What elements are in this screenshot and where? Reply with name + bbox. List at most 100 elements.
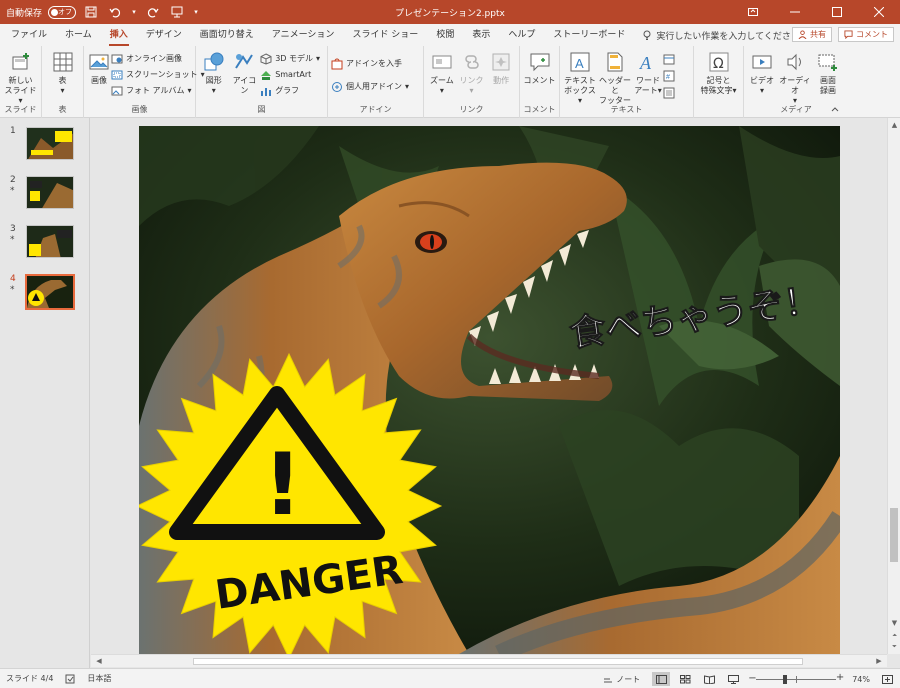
- tab-slideshow[interactable]: スライド ショー: [343, 24, 427, 46]
- maximize-button[interactable]: [816, 0, 858, 24]
- smartart-button[interactable]: SmartArt: [260, 67, 324, 82]
- tab-animations[interactable]: アニメーション: [263, 24, 344, 46]
- zoom-in-icon[interactable]: +: [836, 672, 844, 683]
- symbols-button[interactable]: Ω 記号と 特殊文字▾: [697, 48, 740, 118]
- group-text: A テキスト ボックス▾ ヘッダーと フッター A ワード アート▾ # テキス…: [560, 46, 694, 118]
- close-button[interactable]: [858, 0, 900, 24]
- tab-review[interactable]: 校閲: [427, 24, 463, 46]
- next-slide-icon[interactable]: ⏷: [889, 641, 900, 652]
- cube-icon: [260, 52, 272, 65]
- horizontal-scroll-thumb[interactable]: [193, 658, 803, 665]
- ribbon-display-options-button[interactable]: [732, 0, 774, 24]
- slide-indicator: スライド 4/4: [6, 674, 54, 683]
- slide-sorter-button[interactable]: [676, 672, 694, 686]
- my-addins-button[interactable]: 個人用アドイン ▾: [331, 79, 413, 94]
- save-icon[interactable]: [82, 3, 100, 21]
- slide-edit-area: 食べちゃうぞ！ ! DANGER: [91, 118, 887, 654]
- tab-file[interactable]: ファイル: [2, 24, 56, 46]
- thumb-star-2: *: [10, 186, 15, 196]
- reading-view-button[interactable]: [700, 672, 718, 686]
- date-time-button[interactable]: [663, 51, 679, 66]
- group-label-slides: スライド: [4, 105, 37, 114]
- shapes-icon: [204, 52, 224, 71]
- tab-view[interactable]: 表示: [463, 24, 499, 46]
- current-slide[interactable]: 食べちゃうぞ！ ! DANGER: [139, 126, 840, 654]
- fit-slide-button[interactable]: [878, 672, 896, 686]
- tab-help[interactable]: ヘルプ: [499, 24, 544, 46]
- svg-text:#: #: [666, 74, 670, 81]
- thumb-star-3: *: [10, 235, 15, 245]
- scroll-right-icon[interactable]: ▶: [873, 655, 885, 667]
- thumb-number-4: 4: [10, 274, 16, 284]
- collapse-ribbon-icon[interactable]: [830, 104, 840, 114]
- spelling-check[interactable]: [59, 674, 81, 684]
- speaker-icon: [787, 53, 801, 71]
- tab-storyboard[interactable]: ストーリーボード: [544, 24, 634, 46]
- online-pictures-button[interactable]: オンライン画像: [111, 51, 209, 66]
- group-addins: アドインを入手 個人用アドイン ▾ アドイン: [328, 46, 424, 118]
- title-bar: 自動保存 オフ ▾ ▾ プレゼンテーション2.pptx: [0, 0, 900, 24]
- autosave-toggle[interactable]: オフ: [48, 5, 77, 19]
- group-label-images: 画像: [131, 105, 148, 114]
- group-label-comments: コメント: [523, 105, 556, 114]
- undo-icon[interactable]: [106, 3, 124, 21]
- scroll-up-icon[interactable]: ▲: [889, 120, 900, 131]
- slideshow-button[interactable]: [724, 672, 742, 686]
- tab-design[interactable]: デザイン: [137, 24, 191, 46]
- customize-toolbar-icon[interactable]: ▾: [192, 3, 200, 21]
- photo-album-button[interactable]: フォト アルバム ▾: [111, 83, 209, 98]
- comment-icon: [844, 30, 853, 39]
- comments-button[interactable]: コメント: [838, 27, 894, 42]
- vertical-scrollbar[interactable]: ▲ ▼ ⏶ ⏷: [887, 118, 900, 654]
- normal-view-button[interactable]: [652, 672, 671, 686]
- 3d-models-button[interactable]: 3D モデル ▾: [260, 51, 324, 66]
- tab-transitions[interactable]: 画面切り替え: [191, 24, 263, 46]
- get-addins-button[interactable]: アドインを入手: [331, 56, 413, 71]
- chart-button[interactable]: グラフ: [260, 83, 324, 98]
- slide-number-button[interactable]: #: [663, 68, 679, 83]
- share-button[interactable]: 共有: [792, 27, 832, 42]
- vertical-scroll-thumb[interactable]: [890, 508, 898, 562]
- notes-button[interactable]: ノート: [597, 674, 646, 685]
- slide-thumbnail-4[interactable]: [25, 274, 75, 310]
- slide-canvas: 食べちゃうぞ！ ! DANGER: [139, 126, 840, 654]
- previous-slide-icon[interactable]: ⏶: [889, 630, 900, 641]
- present-icon[interactable]: [168, 3, 186, 21]
- omega-icon: Ω: [709, 52, 728, 72]
- header-footer-icon: [607, 52, 623, 72]
- undo-dropdown-icon[interactable]: ▾: [130, 3, 138, 21]
- slide-thumbnail-pane: 1 2 * 3 * 4 *: [0, 118, 90, 672]
- toggle-knob: [51, 8, 59, 16]
- tell-me-box[interactable]: 実行したい作業を入力してください: [642, 24, 800, 46]
- slide-thumbnail-1[interactable]: [26, 127, 74, 160]
- horizontal-scrollbar[interactable]: ◀ ▶: [91, 654, 887, 667]
- redo-icon[interactable]: [144, 3, 162, 21]
- video-icon: [752, 55, 772, 69]
- tab-home[interactable]: ホーム: [56, 24, 101, 46]
- group-tables: 表 ▾ 表: [42, 46, 84, 118]
- chart-icon: [261, 87, 272, 96]
- group-symbols: Ω 記号と 特殊文字▾: [694, 46, 744, 118]
- slideshow-icon: [727, 674, 739, 684]
- ribbon-tabs: ファイル ホーム 挿入 デザイン 画面切り替え アニメーション スライド ショー…: [0, 24, 900, 46]
- tab-insert[interactable]: 挿入: [101, 24, 137, 46]
- language-indicator[interactable]: 日本語: [81, 673, 117, 684]
- group-images: 画像 オンライン画像 スクリーンショット ▾ フォト アルバム ▾ 画像: [84, 46, 205, 118]
- group-label-links: リンク: [459, 105, 484, 114]
- scroll-left-icon[interactable]: ◀: [93, 655, 105, 667]
- group-label-text: テキスト: [610, 105, 643, 114]
- group-illustrations: 図形 ▾ アイコン 3D モデル ▾ SmartArt グラフ 図: [196, 46, 328, 118]
- slide-thumbnail-3[interactable]: [26, 225, 74, 258]
- reading-view-icon: [703, 674, 715, 684]
- object-button[interactable]: [663, 85, 679, 100]
- screenshot-button[interactable]: スクリーンショット ▾: [111, 67, 209, 82]
- normal-view-icon: [655, 674, 667, 684]
- slide-thumbnail-2[interactable]: [26, 176, 74, 209]
- online-picture-icon: [111, 54, 123, 63]
- minimize-button[interactable]: [774, 0, 816, 24]
- scroll-down-icon[interactable]: ▼: [889, 618, 900, 629]
- zoom-slider-knob[interactable]: [783, 675, 788, 684]
- zoom-level[interactable]: 74%: [850, 675, 872, 684]
- notes-icon: [604, 678, 613, 683]
- zoom-slider[interactable]: − +: [748, 672, 844, 686]
